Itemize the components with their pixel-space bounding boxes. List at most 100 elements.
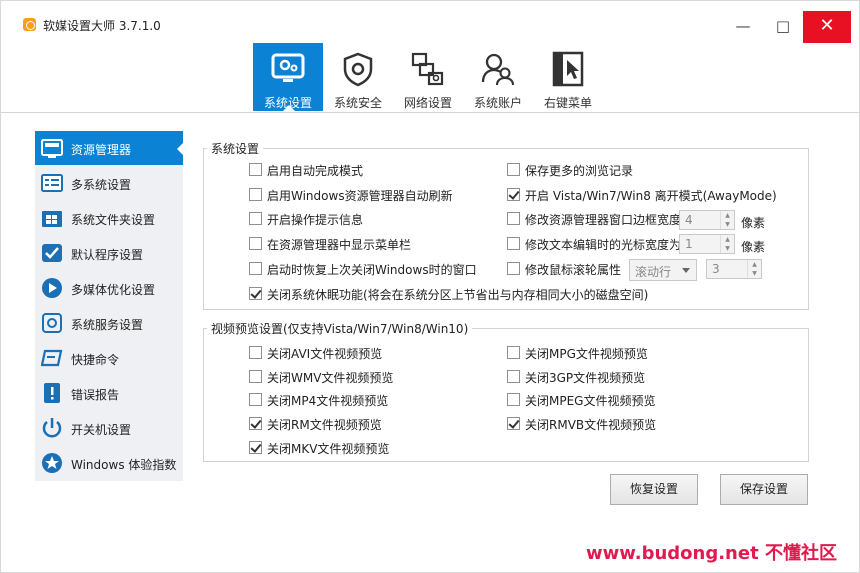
sidebar-item-label: 多系统设置 [71, 178, 132, 192]
tab-system-accounts[interactable]: 系统账户 [463, 43, 533, 111]
spin-up-icon[interactable]: ▲ [721, 211, 734, 220]
option-label: 关闭WMV文件视频预览 [267, 371, 394, 385]
sidebar-item-power[interactable]: 开关机设置 [35, 411, 183, 445]
active-tab-pointer [283, 105, 295, 111]
sidebar-item-label: Windows 体验指数 [71, 458, 177, 472]
spin-up-icon[interactable]: ▲ [721, 235, 734, 244]
star-icon [42, 453, 62, 473]
border-width-spinner[interactable]: 4 ▲ ▼ [679, 210, 735, 230]
sidebar-item-shortcuts[interactable]: 快捷命令 [35, 341, 183, 375]
option-label: 启动时恢复上次关闭Windows时的窗口 [267, 263, 477, 277]
checkbox[interactable] [249, 393, 262, 406]
maximize-icon: □ [775, 17, 791, 35]
checkbox[interactable] [507, 188, 520, 201]
spin-down-icon[interactable]: ▼ [748, 269, 761, 278]
explorer-icon [41, 139, 63, 158]
multi-system-icon [41, 174, 63, 192]
minimize-icon: — [735, 17, 751, 35]
wheel-mode-select[interactable]: 滚动行 [629, 259, 697, 281]
chevron-down-icon [682, 268, 690, 273]
checkbox[interactable] [507, 237, 520, 250]
check-shield-icon [42, 244, 62, 262]
tab-label: 右键菜单 [543, 96, 592, 110]
close-icon: ✕ [819, 15, 835, 36]
select-value: 滚动行 [635, 265, 672, 279]
spinner-buttons[interactable]: ▲ ▼ [720, 235, 734, 253]
sidebar-item-system-folders[interactable]: 系统文件夹设置 [35, 201, 183, 235]
checkbox[interactable] [249, 346, 262, 359]
checkbox[interactable] [249, 188, 262, 201]
spin-down-icon[interactable]: ▼ [721, 244, 734, 253]
window-title: 软媒设置大师 3.7.1.0 [43, 19, 161, 33]
maximize-button[interactable]: □ [763, 13, 803, 41]
option-label: 关闭AVI文件视频预览 [267, 347, 383, 361]
checkbox[interactable] [249, 237, 262, 250]
checkbox[interactable] [507, 262, 520, 275]
cursor-width-unit: 像素 [741, 240, 766, 254]
option-label: 修改鼠标滚轮属性 [525, 263, 622, 277]
spin-down-icon[interactable]: ▼ [721, 220, 734, 229]
checkbox[interactable] [507, 346, 520, 359]
checkbox[interactable] [507, 417, 520, 430]
border-width-unit: 像素 [741, 216, 766, 230]
wheel-lines-spinner[interactable]: 3 ▲ ▼ [706, 259, 762, 279]
option-label: 关闭RM文件视频预览 [267, 418, 382, 432]
option-label: 关闭MP4文件视频预览 [267, 394, 389, 408]
network-icon [411, 52, 444, 86]
checkbox[interactable] [249, 163, 262, 176]
checkbox[interactable] [249, 262, 262, 275]
checkbox[interactable] [249, 441, 262, 454]
checkbox[interactable] [507, 163, 520, 176]
checkbox[interactable] [507, 393, 520, 406]
checkbox[interactable] [249, 287, 262, 300]
spin-up-icon[interactable]: ▲ [748, 260, 761, 269]
checkbox[interactable] [507, 370, 520, 383]
spinner-value: 3 [712, 262, 720, 276]
option-label: 开启操作提示信息 [267, 213, 364, 227]
tab-label: 系统账户 [473, 96, 522, 110]
option-label: 修改资源管理器窗口边框宽度 [525, 213, 682, 227]
option-label: 启用Windows资源管理器自动刷新 [267, 189, 453, 203]
shortcut-icon [41, 349, 63, 367]
tab-context-menu[interactable]: 右键菜单 [533, 43, 603, 111]
checkbox[interactable] [249, 370, 262, 383]
checkbox[interactable] [249, 417, 262, 430]
cursor-width-spinner[interactable]: 1 ▲ ▼ [679, 234, 735, 254]
shield-icon [343, 52, 373, 87]
app-window: 软媒设置大师 3.7.1.0 — □ ✕ 系统设置 系统安全 网络设置 系统账户… [0, 0, 860, 573]
option-label: 在资源管理器中显示菜单栏 [267, 238, 412, 252]
watermark: www.budong.net 不懂社区 [586, 543, 837, 564]
sidebar-item-error-report[interactable]: 错误报告 [35, 376, 183, 410]
minimize-button[interactable]: — [723, 13, 763, 41]
sidebar-item-default-programs[interactable]: 默认程序设置 [35, 236, 183, 270]
cursor-menu-icon [552, 51, 584, 87]
tab-system-security[interactable]: 系统安全 [323, 43, 393, 111]
option-label: 开启 Vista/Win7/Win8 离开模式(AwayMode) [525, 189, 777, 203]
sidebar-item-label: 多媒体优化设置 [71, 283, 156, 297]
sidebar-item-multimedia[interactable]: 多媒体优化设置 [35, 271, 183, 305]
sidebar-item-label: 错误报告 [71, 388, 120, 402]
option-label: 关闭MPG文件视频预览 [525, 347, 648, 361]
users-icon [481, 53, 515, 86]
sidebar-item-experience-index[interactable]: Windows 体验指数 [35, 446, 183, 480]
spinner-buttons[interactable]: ▲ ▼ [747, 260, 761, 278]
option-label: 关闭3GP文件视频预览 [525, 371, 646, 385]
checkbox[interactable] [507, 212, 520, 225]
tab-label: 网络设置 [403, 96, 452, 110]
option-label: 启用自动完成模式 [267, 164, 364, 178]
sidebar-item-label: 快捷命令 [71, 353, 120, 367]
tab-network-settings[interactable]: 网络设置 [393, 43, 463, 111]
checkbox[interactable] [249, 212, 262, 225]
media-icon [42, 278, 62, 298]
close-button[interactable]: ✕ [803, 11, 851, 43]
restore-settings-button[interactable]: 恢复设置 [610, 474, 698, 505]
tab-system-settings[interactable]: 系统设置 [253, 43, 323, 111]
tab-label: 系统安全 [333, 96, 382, 110]
sidebar-item-explorer[interactable]: 资源管理器 [35, 131, 183, 165]
spinner-buttons[interactable]: ▲ ▼ [720, 211, 734, 229]
save-settings-button[interactable]: 保存设置 [720, 474, 808, 505]
option-label: 关闭MKV文件视频预览 [267, 442, 390, 456]
sidebar-item-services[interactable]: 系统服务设置 [35, 306, 183, 340]
option-label: 关闭RMVB文件视频预览 [525, 418, 657, 432]
sidebar-item-multi-system[interactable]: 多系统设置 [35, 166, 183, 200]
